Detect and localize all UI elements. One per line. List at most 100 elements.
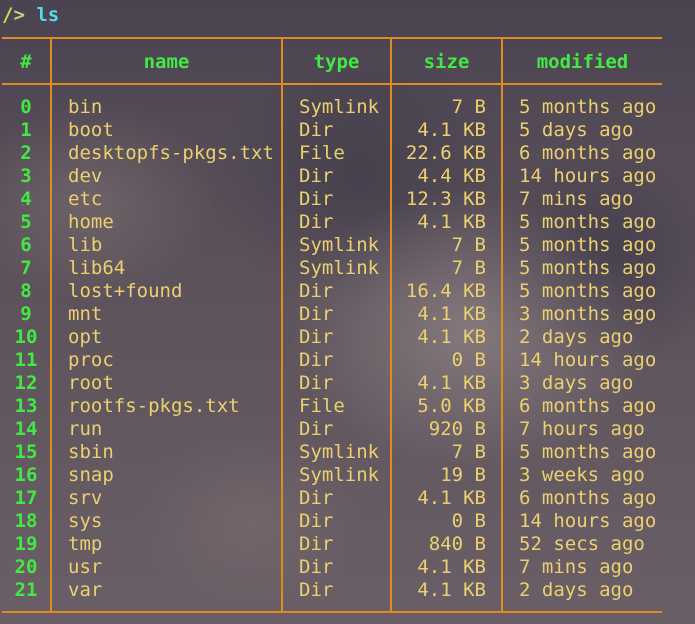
row-type: Dir <box>299 533 334 555</box>
row-type: Dir <box>299 510 334 532</box>
row-size: 4.1 KB <box>417 119 486 141</box>
row-size: 4.1 KB <box>417 303 486 325</box>
row-modified: 5 days ago <box>519 119 634 141</box>
row-size: 22.6 KB <box>405 142 486 164</box>
table-row: 16 snap Symlink 19 B 3 weeks ago <box>0 464 695 487</box>
row-index: 18 <box>14 510 38 532</box>
row-name: desktopfs-pkgs.txt <box>68 142 274 164</box>
row-modified: 3 days ago <box>519 372 634 394</box>
row-type: Dir <box>299 418 334 440</box>
row-size: 12.3 KB <box>405 188 486 210</box>
row-name: etc <box>68 188 103 210</box>
row-type: Dir <box>299 188 334 210</box>
row-size: 920 B <box>428 418 486 440</box>
row-type: Dir <box>299 211 334 233</box>
row-index: 2 <box>20 142 32 164</box>
row-name: lib <box>68 234 103 256</box>
row-type: Dir <box>299 579 334 601</box>
row-index: 6 <box>20 234 32 256</box>
table-row: 10 opt Dir 4.1 KB 2 days ago <box>0 326 695 349</box>
row-name: mnt <box>68 303 103 325</box>
row-modified: 5 months ago <box>519 257 657 279</box>
row-name: sbin <box>68 441 114 463</box>
row-size: 4.1 KB <box>417 579 486 601</box>
row-index: 16 <box>14 464 38 486</box>
row-modified: 7 mins ago <box>519 188 634 210</box>
column-header-modified: modified <box>536 51 629 73</box>
table-row: 9 mnt Dir 4.1 KB 3 months ago <box>0 303 695 326</box>
table-row: 5 home Dir 4.1 KB 5 months ago <box>0 211 695 234</box>
row-modified: 3 months ago <box>519 303 657 325</box>
row-size: 4.1 KB <box>417 211 486 233</box>
row-size: 0 B <box>451 510 486 532</box>
table-row: 14 run Dir 920 B 7 hours ago <box>0 418 695 441</box>
row-name: dev <box>68 165 103 187</box>
row-name: snap <box>68 464 114 486</box>
row-modified: 14 hours ago <box>519 349 657 371</box>
table-row: 11 proc Dir 0 B 14 hours ago <box>0 349 695 372</box>
row-modified: 52 secs ago <box>519 533 645 555</box>
row-name: home <box>68 211 114 233</box>
row-type: Symlink <box>299 441 380 463</box>
row-type: Symlink <box>299 234 380 256</box>
row-index: 8 <box>20 280 32 302</box>
row-name: usr <box>68 556 103 578</box>
row-size: 5.0 KB <box>417 395 486 417</box>
row-size: 7 B <box>451 96 486 118</box>
column-header-type: type <box>313 51 360 73</box>
table-top-border <box>2 37 662 39</box>
column-header-name: name <box>143 51 190 73</box>
row-modified: 6 months ago <box>519 487 657 509</box>
row-type: File <box>299 142 345 164</box>
row-name: opt <box>68 326 103 348</box>
row-modified: 6 months ago <box>519 395 657 417</box>
row-name: root <box>68 372 114 394</box>
row-type: Dir <box>299 326 334 348</box>
row-type: Dir <box>299 165 334 187</box>
row-type: Dir <box>299 119 334 141</box>
table-header-divider <box>2 83 662 85</box>
row-index: 21 <box>14 579 38 601</box>
table-row: 0 bin Symlink 7 B 5 months ago <box>0 96 695 119</box>
table-row: 2 desktopfs-pkgs.txt File 22.6 KB 6 months a… <box>0 142 695 165</box>
terminal-window[interactable]: /> ls # name type size modified 0 bin Syml… <box>0 0 695 624</box>
row-size: 7 B <box>451 441 486 463</box>
row-modified: 7 hours ago <box>519 418 645 440</box>
table-row: 1 boot Dir 4.1 KB 5 days ago <box>0 119 695 142</box>
table-row: 6 lib Symlink 7 B 5 months ago <box>0 234 695 257</box>
row-name: lost+found <box>68 280 183 302</box>
table-row: 8 lost+found Dir 16.4 KB 5 months ago <box>0 280 695 303</box>
prompt-path: / <box>2 4 14 26</box>
row-type: Dir <box>299 349 334 371</box>
row-type: File <box>299 395 345 417</box>
table-row: 7 lib64 Symlink 7 B 5 months ago <box>0 257 695 280</box>
row-type: Dir <box>299 280 334 302</box>
row-modified: 7 mins ago <box>519 556 634 578</box>
row-modified: 5 months ago <box>519 211 657 233</box>
row-index: 0 <box>20 96 32 118</box>
column-header-size: size <box>423 51 470 73</box>
row-name: var <box>68 579 103 601</box>
row-size: 7 B <box>451 234 486 256</box>
row-size: 4.1 KB <box>417 372 486 394</box>
table-row: 18 sys Dir 0 B 14 hours ago <box>0 510 695 533</box>
row-size: 0 B <box>451 349 486 371</box>
row-modified: 5 months ago <box>519 96 657 118</box>
row-modified: 3 weeks ago <box>519 464 645 486</box>
table-row: 12 root Dir 4.1 KB 3 days ago <box>0 372 695 395</box>
row-modified: 14 hours ago <box>519 165 657 187</box>
row-type: Symlink <box>299 96 380 118</box>
row-type: Dir <box>299 303 334 325</box>
table-row: 4 etc Dir 12.3 KB 7 mins ago <box>0 188 695 211</box>
row-modified: 5 months ago <box>519 280 657 302</box>
row-size: 840 B <box>428 533 486 555</box>
row-index: 10 <box>14 326 38 348</box>
shell-prompt: /> ls <box>2 2 59 28</box>
row-size: 16.4 KB <box>405 280 486 302</box>
table-bottom-border <box>2 611 662 613</box>
row-index: 4 <box>20 188 32 210</box>
row-size: 19 B <box>440 464 486 486</box>
prompt-symbol: > <box>13 4 37 26</box>
table-row: 21 var Dir 4.1 KB 2 days ago <box>0 579 695 602</box>
row-type: Dir <box>299 372 334 394</box>
